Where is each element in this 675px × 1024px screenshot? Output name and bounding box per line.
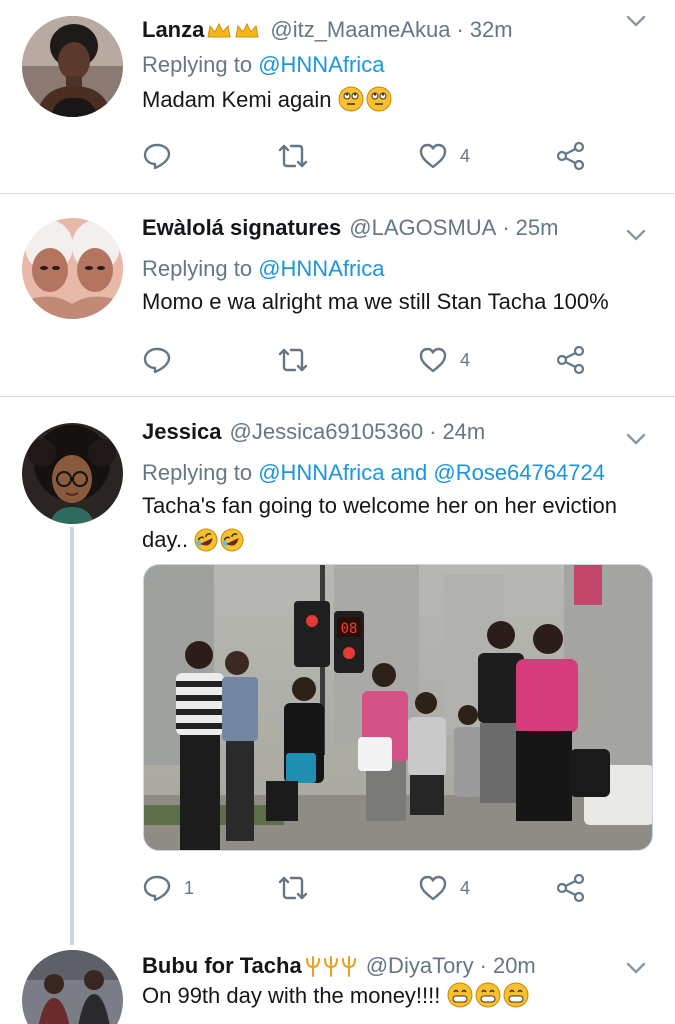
tweet-actions: 1 4 [142, 871, 652, 905]
timestamp[interactable]: 32m [470, 17, 513, 43]
tweet-header: Jessica @Jessica69105360 · 24m [142, 414, 485, 450]
retweet-icon [278, 144, 308, 168]
trident-emoji-icon [304, 955, 358, 977]
share-button[interactable] [555, 343, 587, 377]
chevron-down-icon[interactable] [625, 428, 647, 450]
tweet-photo[interactable]: 08 [143, 564, 653, 851]
tweet-text: On 99th day with the money!!!! [142, 979, 652, 1018]
reply-button[interactable]: 1 [142, 871, 194, 905]
tweet-text: Madam Kemi again [142, 83, 652, 122]
avatar[interactable] [22, 16, 123, 117]
rofl-emoji-icon [194, 528, 246, 562]
tweet-text: Momo e wa alright ma we still Stan Tacha… [142, 285, 652, 319]
reply-mention-link[interactable]: @HNNAfrica and @Rose64764724 [258, 460, 605, 485]
reply-icon [143, 875, 171, 902]
display-name[interactable]: Jessica [142, 419, 222, 445]
tweet-header: Ewàlolá signatures @LAGOSMUA · 25m [142, 210, 558, 246]
share-icon [556, 873, 585, 903]
retweet-icon [278, 348, 308, 372]
chevron-down-icon[interactable] [625, 957, 647, 979]
user-handle[interactable]: @LAGOSMUA [349, 215, 496, 241]
share-button[interactable] [555, 139, 587, 173]
timestamp[interactable]: 24m [442, 419, 485, 445]
timestamp[interactable]: 25m [516, 215, 559, 241]
crown-emoji-icon [206, 20, 262, 40]
reply-button[interactable] [142, 343, 184, 377]
retweet-icon [278, 876, 308, 900]
display-name[interactable]: Lanza [142, 17, 204, 43]
like-icon [419, 875, 447, 901]
chevron-down-icon[interactable] [625, 224, 647, 246]
reply-icon [143, 143, 171, 170]
tweet-header: Lanza @itz_MaameAkua · 32m [142, 12, 513, 48]
tweet-text-content: Madam Kemi again [142, 87, 332, 112]
tweet-text-content: On 99th day with the money!!!! [142, 983, 441, 1008]
share-button[interactable] [555, 871, 587, 905]
separator-dot: · [456, 17, 464, 42]
thread-connector-line [70, 527, 74, 945]
display-name[interactable]: Bubu for Tacha [142, 953, 302, 979]
chevron-down-icon[interactable] [625, 10, 647, 32]
avatar[interactable] [22, 950, 123, 1024]
replying-to: Replying to @HNNAfrica and @Rose64764724 [142, 460, 605, 486]
like-icon [419, 143, 447, 169]
like-button[interactable]: 4 [418, 871, 470, 905]
share-icon [556, 345, 585, 375]
like-button[interactable]: 4 [418, 343, 470, 377]
replying-to: Replying to @HNNAfrica [142, 256, 384, 282]
tweet-actions: 4 [142, 139, 652, 173]
reply-icon [143, 347, 171, 374]
like-button[interactable]: 4 [418, 139, 470, 173]
like-icon [419, 347, 447, 373]
reply-mention-link[interactable]: @HNNAfrica [258, 52, 384, 77]
replying-to: Replying to @HNNAfrica [142, 52, 384, 78]
tweet-text-content: Momo e wa alright ma we still Stan Tacha… [142, 289, 609, 314]
retweet-button[interactable] [277, 871, 309, 905]
tweet-actions: 4 [142, 343, 652, 377]
reply-button[interactable] [142, 139, 184, 173]
avatar[interactable] [22, 218, 123, 319]
retweet-button[interactable] [277, 343, 309, 377]
tweet-4[interactable]: Bubu for Tacha @DiyaTory · 20m On 99th d… [0, 945, 675, 1024]
avatar[interactable] [22, 423, 123, 524]
traffic-signal-counter: 08 [341, 621, 358, 637]
replying-to-label: Replying to [142, 460, 253, 485]
replying-to-label: Replying to [142, 52, 253, 77]
display-name[interactable]: Ewàlolá signatures [142, 215, 341, 241]
user-handle[interactable]: @DiyaTory [366, 953, 474, 979]
replying-to-label: Replying to [142, 256, 253, 281]
like-count: 4 [460, 349, 471, 370]
reply-count: 1 [184, 877, 195, 898]
user-handle[interactable]: @Jessica69105360 [230, 419, 424, 445]
retweet-button[interactable] [277, 139, 309, 173]
like-count: 4 [460, 145, 471, 166]
tweet-2[interactable]: Ewàlolá signatures @LAGOSMUA · 25m Reply… [0, 194, 675, 396]
user-handle[interactable]: @itz_MaameAkua [270, 17, 450, 43]
tweet-text: Tacha's fan going to welcome her on her … [142, 489, 652, 562]
share-icon [556, 141, 585, 171]
eye-roll-emoji-icon [338, 86, 394, 122]
separator-dot: · [429, 419, 437, 444]
tweet-1[interactable]: Lanza @itz_MaameAkua · 32m Replying to @… [0, 0, 675, 193]
timestamp[interactable]: 20m [493, 953, 536, 979]
tweet-3[interactable]: Jessica @Jessica69105360 · 24m Replying … [0, 397, 675, 945]
separator-dot: · [502, 215, 510, 240]
like-count: 4 [460, 877, 471, 898]
grinning-emoji-icon [447, 982, 531, 1018]
reply-mention-link[interactable]: @HNNAfrica [258, 256, 384, 281]
separator-dot: · [479, 953, 487, 978]
photo-street-crowd: 08 [144, 565, 652, 850]
